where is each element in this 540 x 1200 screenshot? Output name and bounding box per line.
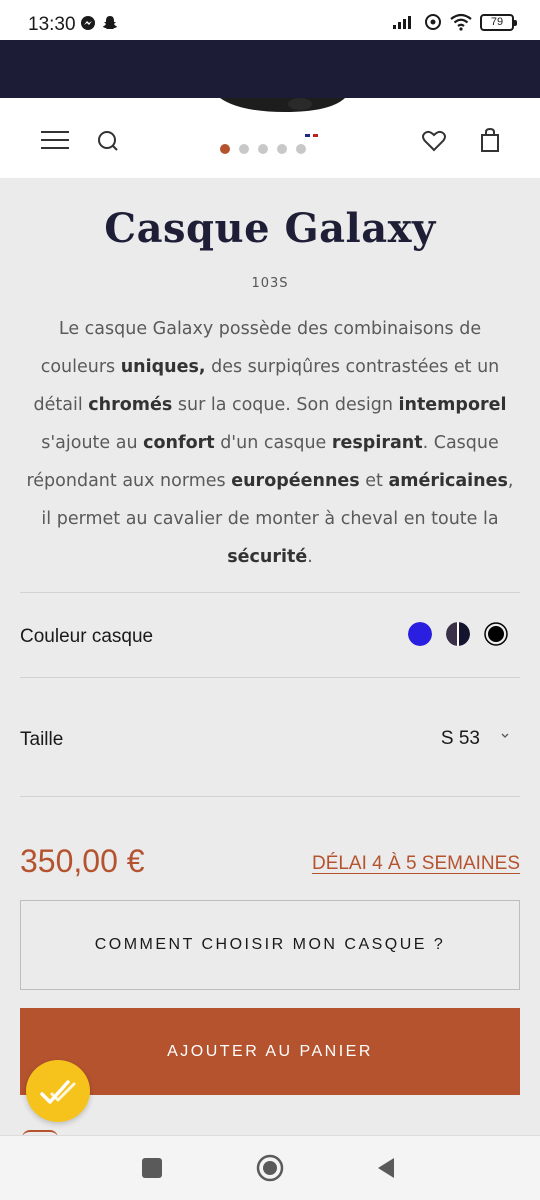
- wifi-icon: [450, 13, 472, 31]
- site-header: [0, 98, 540, 178]
- carousel-dot[interactable]: [258, 144, 268, 154]
- reviews-badge[interactable]: [26, 1060, 90, 1122]
- home-button[interactable]: [256, 1154, 284, 1182]
- product-reference: 103S: [251, 276, 289, 291]
- search-button[interactable]: [95, 128, 121, 154]
- carousel-dot[interactable]: [296, 144, 306, 154]
- description-emphasis: américaines: [388, 471, 508, 491]
- cart-button[interactable]: [478, 126, 502, 154]
- verified-check-icon: [40, 1080, 76, 1104]
- color-swatch-black-selected[interactable]: [484, 622, 508, 646]
- shopping-bag-icon: [481, 127, 499, 152]
- back-button[interactable]: [376, 1157, 396, 1179]
- description-emphasis: uniques,: [120, 357, 206, 377]
- add-to-cart-button[interactable]: AJOUTER AU PANIER: [20, 1008, 520, 1095]
- heart-icon: [422, 130, 446, 152]
- size-label: Taille: [20, 729, 64, 750]
- status-bar: 13:30 79: [0, 0, 540, 40]
- description-emphasis: chromés: [88, 395, 173, 415]
- description-emphasis: respirant: [331, 433, 423, 453]
- menu-button[interactable]: [40, 128, 70, 152]
- color-label: Couleur casque: [20, 626, 154, 647]
- helmet-image-peek: [220, 98, 345, 112]
- battery-indicator: 79: [480, 13, 517, 31]
- color-swatches: [408, 622, 508, 646]
- divider: [20, 796, 520, 797]
- product-price: 350,00 €: [20, 843, 145, 879]
- system-nav-bar: [0, 1135, 540, 1200]
- size-select[interactable]: S 53: [441, 728, 480, 750]
- product-description: Le casque Galaxy possède des combinaison…: [22, 310, 518, 576]
- carousel-dot[interactable]: [220, 144, 230, 154]
- hamburger-icon: [41, 131, 69, 149]
- chevron-down-icon[interactable]: [500, 732, 510, 740]
- description-text: s'ajoute au: [41, 433, 144, 453]
- product-title: Casque Galaxy: [104, 205, 436, 252]
- description-emphasis: confort: [143, 433, 215, 453]
- hero-image: [0, 40, 540, 98]
- delivery-delay-link[interactable]: DÉLAI 4 À 5 SEMAINES: [312, 853, 520, 875]
- hotspot-icon: [425, 14, 441, 30]
- search-icon: [98, 131, 118, 151]
- color-swatch-bicolor[interactable]: [446, 622, 470, 646]
- messenger-icon: [81, 16, 95, 30]
- snapchat-icon: [103, 16, 117, 29]
- description-text: sur la coque. Son design: [172, 395, 399, 415]
- wishlist-button[interactable]: [420, 128, 448, 154]
- divider: [20, 592, 520, 593]
- image-carousel-dots: [220, 144, 306, 154]
- flag-icon: [305, 134, 318, 137]
- carousel-dot[interactable]: [277, 144, 287, 154]
- status-time: 13:30: [28, 14, 76, 35]
- size-guide-button[interactable]: COMMENT CHOISIR MON CASQUE ?: [20, 900, 520, 990]
- description-emphasis: intemporel: [398, 395, 507, 415]
- color-swatch-blue[interactable]: [408, 622, 432, 646]
- recent-apps-button[interactable]: [142, 1158, 162, 1178]
- description-text: et: [359, 471, 389, 491]
- description-emphasis: sécurité: [227, 547, 308, 567]
- description-text: d'un casque: [214, 433, 332, 453]
- carousel-dot[interactable]: [239, 144, 249, 154]
- signal-icon: [393, 16, 411, 29]
- description-text: .: [307, 547, 313, 567]
- description-emphasis: européennes: [231, 471, 360, 491]
- divider: [20, 677, 520, 678]
